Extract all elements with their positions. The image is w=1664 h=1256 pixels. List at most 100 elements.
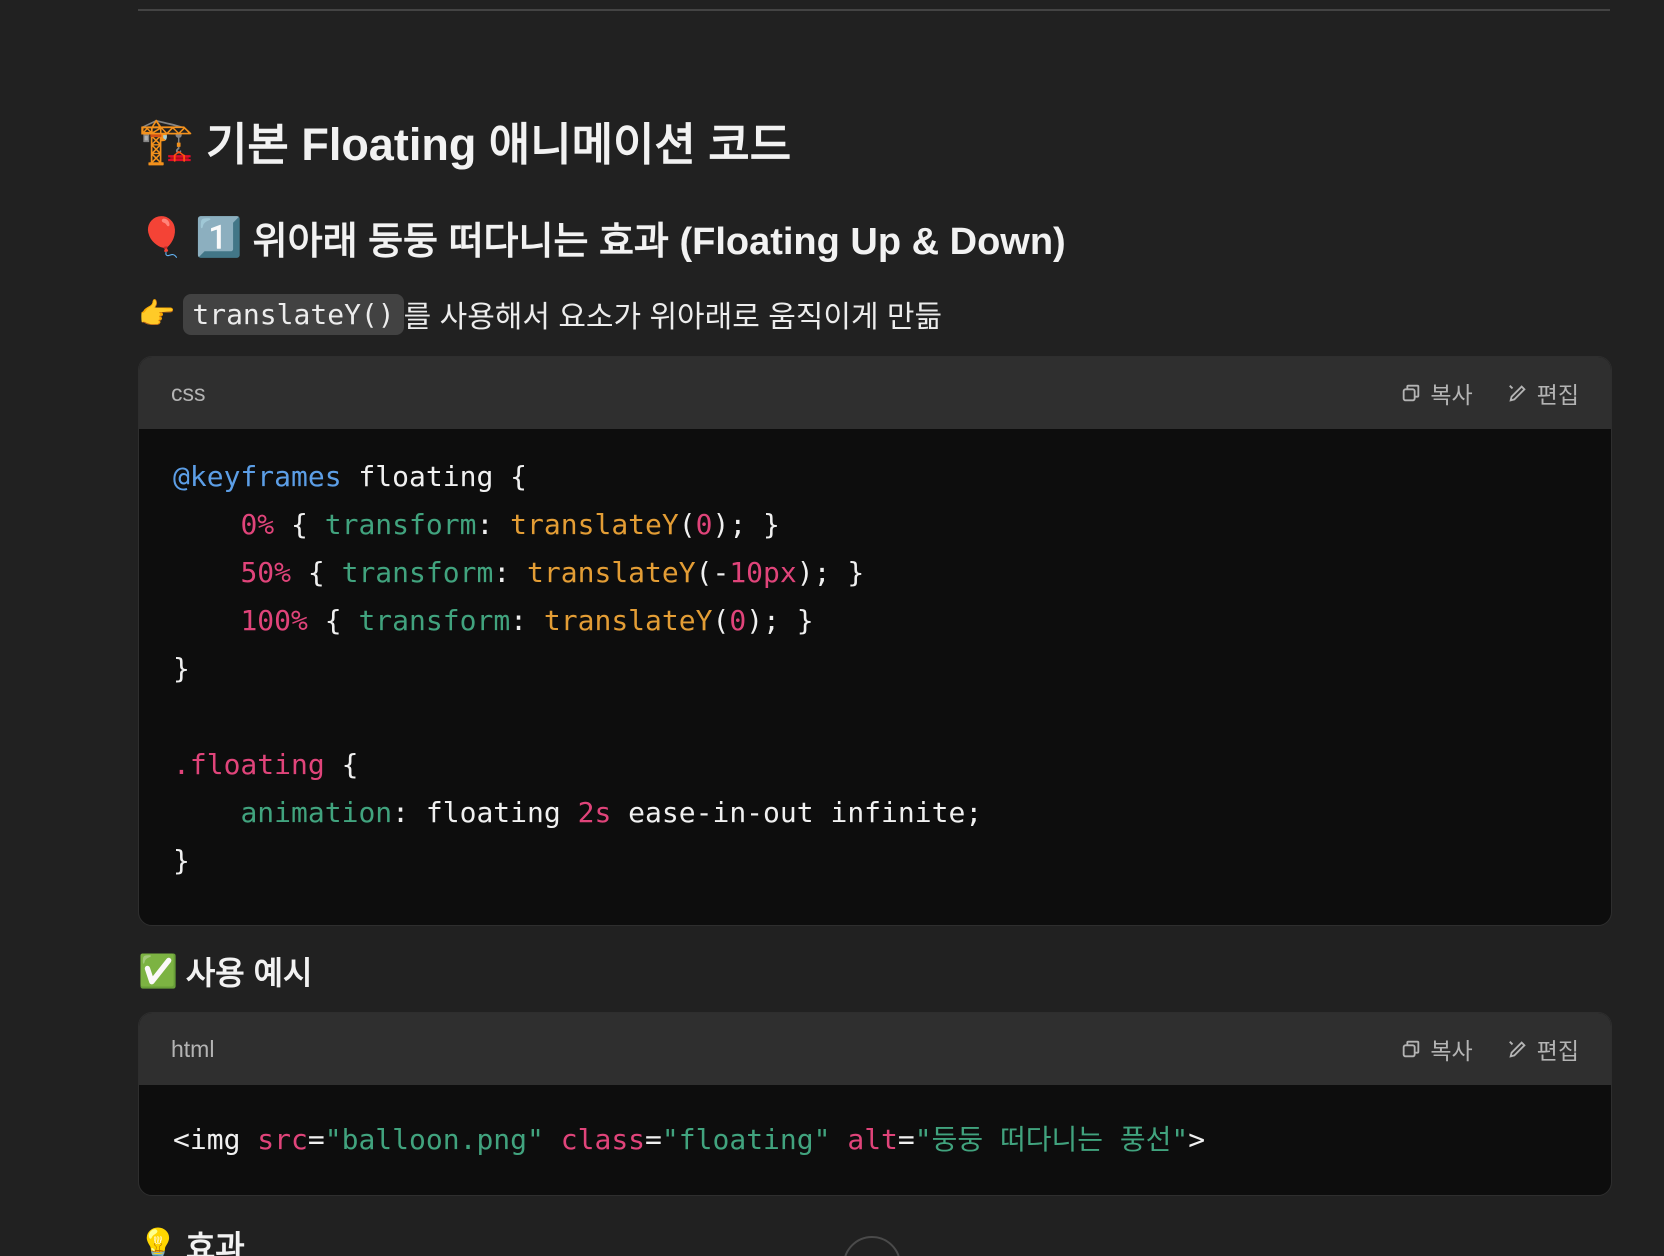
code-token: }: [173, 844, 190, 877]
intro-paragraph: 👉 translateY() 를 사용해서 요소가 위아래로 움직이게 만듦: [138, 292, 942, 336]
code-token: (-: [695, 556, 730, 589]
code-token: }: [173, 652, 190, 685]
code-token: 0: [695, 508, 713, 541]
pencil-icon: [1508, 385, 1526, 402]
code-token: animation: [240, 796, 393, 829]
edit-label: 편집: [1536, 1038, 1579, 1064]
divider: [138, 9, 1610, 11]
html-code-block: html 복사 편집 <img src="balloon.png" class=…: [138, 1012, 1612, 1196]
code-token: src: [257, 1123, 308, 1156]
edit-label: 편집: [1536, 382, 1579, 408]
copy-label: 복사: [1430, 1038, 1473, 1064]
page: 🏗️ 기본 Floating 애니메이션 코드 🎈 1️⃣ 위아래 둥둥 떠다니…: [0, 0, 1664, 1256]
effect-heading-text: 효과: [185, 1229, 245, 1256]
code-token: >: [1188, 1123, 1206, 1156]
example-heading: ✅ 사용 예시: [138, 948, 313, 994]
code-token: transform: [341, 556, 494, 589]
code-line: 100% { transform: translateY(0); }: [173, 597, 1577, 645]
number-one-icon: 1️⃣: [195, 216, 243, 259]
light-bulb-icon: 💡: [138, 1227, 178, 1256]
css-code-body: @keyframes floating { 0% { transform: tr…: [139, 429, 1611, 885]
code-block-header: css 복사 편집: [139, 357, 1611, 429]
code-token: =: [645, 1123, 662, 1156]
code-token: 0: [729, 604, 747, 637]
section-heading: 🏗️ 기본 Floating 애니메이션 코드: [138, 108, 791, 173]
code-token: class: [560, 1123, 646, 1156]
code-token: 100%: [240, 604, 308, 637]
copy-label: 복사: [1430, 382, 1473, 408]
code-token: {: [274, 508, 325, 541]
code-token: transform: [324, 508, 477, 541]
code-token: ); }: [796, 556, 865, 589]
code-token: =: [307, 1123, 325, 1156]
code-token: ); }: [746, 604, 814, 637]
pointing-hand-icon: 👉: [138, 297, 176, 331]
code-token: (: [712, 604, 730, 637]
check-mark-icon: ✅: [138, 953, 178, 989]
code-block-header: html 복사 편집: [139, 1013, 1611, 1085]
code-token: 50%: [240, 556, 292, 589]
code-line: 50% { transform: translateY(-10px); }: [173, 549, 1577, 597]
section-heading-text: 기본 Floating 애니메이션 코드: [206, 119, 792, 170]
code-token: 2s: [577, 796, 612, 829]
code-token: translateY: [510, 508, 679, 541]
code-token: transform: [358, 604, 511, 637]
code-line: }: [173, 645, 1577, 693]
edit-button[interactable]: 편집: [1507, 1032, 1579, 1066]
intro-text: 를 사용해서 요소가 위아래로 움직이게 만듦: [403, 301, 943, 334]
copy-icon: [1403, 384, 1420, 402]
copy-button[interactable]: 복사: [1400, 376, 1473, 410]
code-token: :: [510, 604, 544, 637]
scroll-to-bottom-button[interactable]: [843, 1236, 901, 1256]
code-line: }: [173, 837, 1577, 885]
code-actions: 복사 편집: [1400, 376, 1579, 410]
code-token: @keyframes: [173, 460, 342, 493]
code-language-label: html: [171, 1035, 215, 1062]
pencil-icon: [1508, 1041, 1526, 1058]
code-line: 0% { transform: translateY(0); }: [173, 501, 1577, 549]
copy-button[interactable]: 복사: [1400, 1032, 1473, 1066]
code-token: =: [897, 1123, 915, 1156]
code-token: translateY: [543, 604, 713, 637]
code-token: "floating": [661, 1123, 831, 1156]
inline-code: translateY(): [183, 293, 404, 335]
code-token: <img: [173, 1123, 258, 1156]
code-token: ); }: [712, 508, 780, 541]
effect-heading: 💡 효과: [138, 1222, 245, 1256]
code-line: .floating {: [173, 741, 1577, 789]
code-token: :: [493, 556, 528, 589]
code-token: {: [307, 604, 359, 637]
subsection-heading: 🎈 1️⃣ 위아래 둥둥 떠다니는 효과 (Floating Up & Down…: [138, 210, 1066, 265]
subsection-heading-text: 위아래 둥둥 떠다니는 효과 (Floating Up & Down): [252, 221, 1066, 263]
code-token: :: [476, 508, 511, 541]
code-token: 0%: [240, 508, 275, 541]
balloon-icon: 🎈: [138, 216, 186, 259]
edit-button[interactable]: 편집: [1507, 376, 1579, 410]
code-token: floating {: [341, 460, 528, 493]
css-code-block: css 복사 편집 @keyframes floating { 0% { tra…: [138, 356, 1612, 926]
code-token: : floating: [392, 796, 578, 829]
code-token: {: [291, 556, 342, 589]
code-token: 10px: [729, 556, 797, 589]
code-token: {: [324, 748, 359, 781]
code-line: animation: floating 2s ease-in-out infin…: [173, 789, 1577, 837]
crane-icon: 🏗️: [138, 115, 195, 166]
code-language-label: css: [171, 379, 206, 406]
example-heading-text: 사용 예시: [185, 955, 313, 991]
code-token: ease-in-out infinite;: [611, 796, 983, 829]
code-token: .floating: [173, 748, 325, 781]
copy-icon: [1403, 1040, 1420, 1058]
code-token: alt: [847, 1123, 898, 1156]
code-token: (: [678, 508, 696, 541]
code-token: translateY: [527, 556, 696, 589]
code-token: "둥둥 떠다니는 풍선": [914, 1123, 1189, 1156]
code-actions: 복사 편집: [1400, 1032, 1579, 1066]
code-line: <img src="balloon.png" class="floating" …: [173, 1116, 1577, 1164]
